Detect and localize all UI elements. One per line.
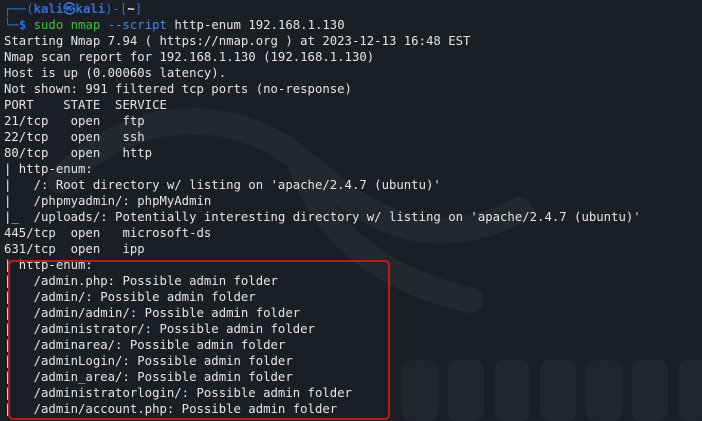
command-sudo: sudo [33, 18, 64, 32]
port-row: 631/tcp open ipp [4, 242, 145, 256]
output-line: Host is up (0.00060s latency). [4, 66, 227, 80]
admin-folder-line: | /adminarea/: Possible admin folder [4, 338, 286, 352]
command-option: --script [107, 18, 167, 32]
port-row: 80/tcp open http [4, 146, 153, 160]
port-row: 445/tcp open microsoft-ds [4, 226, 212, 240]
output-line: Not shown: 991 filtered tcp ports (no-re… [4, 82, 352, 96]
admin-folder-line: | /administrator/: Possible admin folder [4, 322, 315, 336]
script-output-line: | /phpmyadmin/: phpMyAdmin [4, 194, 212, 208]
port-row: 21/tcp open ftp [4, 114, 145, 128]
prompt-frame-left: ┌──( [4, 2, 34, 16]
prompt-directory: ~ [127, 2, 135, 16]
port-table-header: PORT STATE SERVICE [4, 98, 167, 112]
prompt-dollar: $ [18, 18, 27, 32]
script-output-line: | http-enum: [4, 258, 93, 272]
prompt-frame-mid: )-[ [105, 2, 128, 16]
script-output-line: |_ /uploads/: Potentially interesting di… [4, 210, 641, 224]
admin-folder-line: | /admin_area/: Possible admin folder [4, 370, 293, 384]
script-output-line: | http-enum: [4, 162, 93, 176]
admin-folder-line: | /administratorlogin/: Possible admin f… [4, 386, 352, 400]
admin-folder-line: | /adminLogin/: Possible admin folder [4, 354, 293, 368]
output-line: Starting Nmap 7.94 ( https://nmap.org ) … [4, 34, 471, 48]
command-program: nmap [70, 18, 101, 32]
admin-folder-line: | /admin/account.php: Possible admin fol… [4, 402, 338, 416]
prompt-line-2: └─$ sudo nmap --script http-enum 192.168… [4, 17, 702, 33]
prompt-frame-right: ] [134, 2, 143, 16]
prompt-user-host: kali㉿kali [33, 2, 106, 16]
admin-folder-line: | /admin.php: Possible admin folder [4, 274, 278, 288]
script-output-line: | /: Root directory w/ listing on 'apach… [4, 178, 441, 192]
command-arguments: http-enum 192.168.1.130 [174, 18, 345, 32]
admin-folder-line: | /admin/: Possible admin folder [4, 290, 256, 304]
prompt-line-1: ┌──(kali㉿kali)-[~] [4, 1, 702, 17]
admin-folder-line: | /admin/admin/: Possible admin folder [4, 306, 301, 320]
output-line: Nmap scan report for 192.168.1.130 (192.… [4, 50, 375, 64]
terminal-window[interactable]: ┌──(kali㉿kali)-[~] └─$ sudo nmap --scrip… [0, 0, 702, 421]
prompt-frame-corner: └─ [4, 18, 19, 32]
terminal-output[interactable]: ┌──(kali㉿kali)-[~] └─$ sudo nmap --scrip… [4, 1, 702, 417]
port-row: 22/tcp open ssh [4, 130, 145, 144]
